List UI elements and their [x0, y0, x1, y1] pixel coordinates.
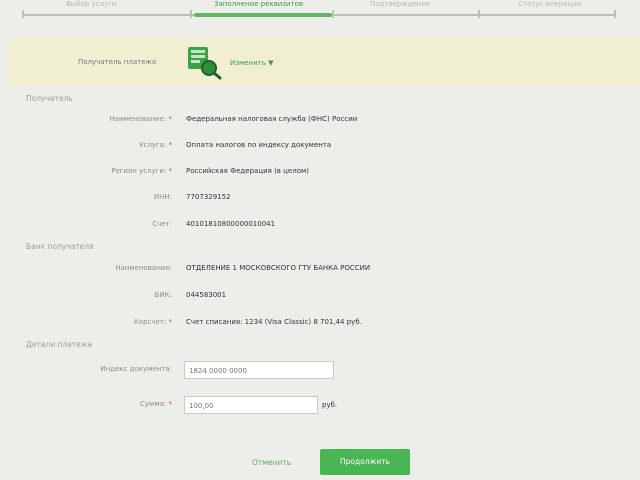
- field-label: Регион услуги:: [111, 167, 167, 175]
- step-status: Статус операции: [518, 0, 582, 8]
- field-row: ИНН:: [20, 193, 172, 207]
- field-row: Наименование: *: [20, 115, 173, 129]
- bank-name-value: ОТДЕЛЕНИЕ 1 МОСКОВСКОГО ГТУ БАНКА РОССИИ: [186, 264, 371, 272]
- step-service[interactable]: Выбор услуги: [66, 0, 116, 8]
- debit-account-select[interactable]: Счет списания: 1234 (Visa Classic) 8 701…: [186, 318, 362, 326]
- service-value: Оплата налогов по индексу документа: [186, 141, 332, 149]
- stepper-tick: [190, 10, 192, 18]
- stepper-tick: [614, 10, 616, 18]
- field-row: Услуга: *: [20, 141, 172, 155]
- currency-label: руб.: [322, 401, 338, 409]
- recipient-name-value: Федеральная налоговая служба (ФНС) Росси…: [186, 115, 358, 123]
- field-label: ИНН:: [153, 193, 172, 201]
- field-row: Регион услуги: *: [20, 167, 172, 181]
- field-label: Индекс документа:: [100, 365, 172, 373]
- continue-button[interactable]: Продолжить: [320, 449, 410, 475]
- account-value: 40101810800000010041: [186, 220, 276, 228]
- field-label: Корсчет:: [133, 318, 167, 326]
- section-recipient-bank: Банк получателя: [26, 242, 94, 251]
- required-mark: *: [166, 318, 172, 326]
- field-label: Услуга:: [139, 141, 167, 149]
- required-mark: *: [166, 167, 172, 175]
- field-label: Сумма:: [140, 400, 167, 408]
- stepper-active-segment: [194, 13, 332, 17]
- document-index-input[interactable]: 1824 0000 0000: [184, 361, 334, 379]
- change-merchant-link[interactable]: Изменить ▼: [230, 59, 273, 67]
- field-row: Счет:: [20, 220, 172, 234]
- section-recipient: Получатель: [26, 94, 73, 103]
- merchant-logo-icon: [186, 44, 222, 80]
- step-confirm: Подтверждение: [370, 0, 431, 8]
- required-mark: *: [166, 400, 172, 408]
- stepper-tick: [22, 10, 24, 18]
- step-details: Заполнение реквизитов: [214, 0, 304, 8]
- merchant-band: Получатель платежа Изменить ▼: [8, 38, 640, 86]
- merchant-label: Получатель платежа: [78, 58, 157, 66]
- stepper-tick: [332, 10, 334, 18]
- amount-input[interactable]: 100,00: [184, 396, 318, 414]
- inn-value: 7707329152: [186, 193, 231, 201]
- required-mark: *: [166, 115, 172, 123]
- field-row: Сумма: *: [20, 400, 172, 414]
- field-row: Наименование:: [20, 264, 172, 278]
- progress-stepper: Выбор услуги Заполнение реквизитов Подтв…: [18, 0, 618, 26]
- cancel-button[interactable]: Отменить: [252, 458, 291, 467]
- field-row: Корсчет: *: [20, 318, 172, 332]
- field-label: Наименование:: [115, 264, 172, 272]
- section-details: Детали платежа: [26, 340, 93, 349]
- field-label: Счет:: [152, 220, 172, 228]
- field-row: Индекс документа:: [20, 365, 172, 379]
- field-label: Наименование:: [109, 115, 167, 123]
- stepper-tick: [478, 10, 480, 18]
- field-row: БИК:: [20, 291, 172, 305]
- bik-value: 044583001: [186, 291, 227, 299]
- field-label: БИК:: [154, 291, 172, 299]
- region-value: Российская Федерация (в целом): [186, 167, 309, 175]
- required-mark: *: [166, 141, 172, 149]
